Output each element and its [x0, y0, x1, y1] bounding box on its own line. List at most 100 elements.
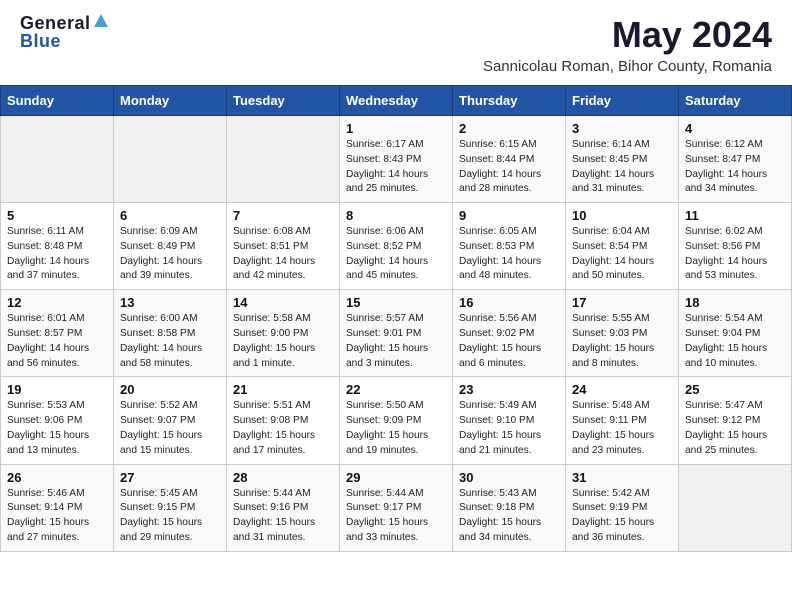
calendar-cell: 19 Sunrise: 5:53 AM Sunset: 9:06 PM Dayli…	[1, 377, 114, 464]
day-info: Sunrise: 6:06 AM Sunset: 8:52 PM Dayligh…	[346, 225, 446, 284]
day-info: Sunrise: 6:00 AM Sunset: 8:58 PM Dayligh…	[120, 312, 220, 371]
header: General Blue May 2024 Sannicolau Roman, …	[0, 0, 792, 81]
day-info: Sunrise: 6:12 AM Sunset: 8:47 PM Dayligh…	[685, 138, 785, 197]
calendar-cell: 7 Sunrise: 6:08 AM Sunset: 8:51 PM Daylig…	[227, 203, 340, 290]
calendar-week-4: 26 Sunrise: 5:46 AM Sunset: 9:14 PM Dayli…	[1, 464, 792, 551]
day-number: 8	[346, 208, 446, 223]
day-number: 28	[233, 470, 333, 485]
day-number: 2	[459, 121, 559, 136]
day-number: 4	[685, 121, 785, 136]
calendar-cell: 8 Sunrise: 6:06 AM Sunset: 8:52 PM Daylig…	[340, 203, 453, 290]
day-info: Sunrise: 5:46 AM Sunset: 9:14 PM Dayligh…	[7, 487, 107, 546]
day-info: Sunrise: 5:45 AM Sunset: 9:15 PM Dayligh…	[120, 487, 220, 546]
day-info: Sunrise: 5:49 AM Sunset: 9:10 PM Dayligh…	[459, 399, 559, 458]
day-number: 1	[346, 121, 446, 136]
day-info: Sunrise: 5:53 AM Sunset: 9:06 PM Dayligh…	[7, 399, 107, 458]
calendar-cell: 15 Sunrise: 5:57 AM Sunset: 9:01 PM Dayli…	[340, 290, 453, 377]
calendar-cell: 31 Sunrise: 5:42 AM Sunset: 9:19 PM Dayli…	[566, 464, 679, 551]
logo: General Blue	[20, 14, 108, 51]
day-info: Sunrise: 5:57 AM Sunset: 9:01 PM Dayligh…	[346, 312, 446, 371]
calendar-cell: 26 Sunrise: 5:46 AM Sunset: 9:14 PM Dayli…	[1, 464, 114, 551]
day-info: Sunrise: 6:04 AM Sunset: 8:54 PM Dayligh…	[572, 225, 672, 284]
day-info: Sunrise: 6:14 AM Sunset: 8:45 PM Dayligh…	[572, 138, 672, 197]
day-info: Sunrise: 5:55 AM Sunset: 9:03 PM Dayligh…	[572, 312, 672, 371]
day-info: Sunrise: 5:43 AM Sunset: 9:18 PM Dayligh…	[459, 487, 559, 546]
calendar-week-2: 12 Sunrise: 6:01 AM Sunset: 8:57 PM Dayli…	[1, 290, 792, 377]
calendar-header-wednesday: Wednesday	[340, 86, 453, 116]
day-number: 11	[685, 208, 785, 223]
calendar-cell: 20Sunrise: 5:52 AM Sunset: 9:07 PM Dayli…	[114, 377, 227, 464]
day-number: 17	[572, 295, 672, 310]
calendar-header-row: SundayMondayTuesdayWednesdayThursdayFrid…	[1, 86, 792, 116]
calendar-cell: 25 Sunrise: 5:47 AM Sunset: 9:12 PM Dayli…	[679, 377, 792, 464]
calendar-cell: 24 Sunrise: 5:48 AM Sunset: 9:11 PM Dayli…	[566, 377, 679, 464]
day-info: Sunrise: 5:42 AM Sunset: 9:19 PM Dayligh…	[572, 487, 672, 546]
calendar-cell: 17 Sunrise: 5:55 AM Sunset: 9:03 PM Dayli…	[566, 290, 679, 377]
day-number: 7	[233, 208, 333, 223]
day-number: 27	[120, 470, 220, 485]
day-number: 15	[346, 295, 446, 310]
day-number: 24	[572, 382, 672, 397]
calendar-table: SundayMondayTuesdayWednesdayThursdayFrid…	[0, 85, 792, 552]
calendar-header-sunday: Sunday	[1, 86, 114, 116]
day-number: 22	[346, 382, 446, 397]
calendar-cell: 18Sunrise: 5:54 AM Sunset: 9:04 PM Dayli…	[679, 290, 792, 377]
calendar-week-1: 5 Sunrise: 6:11 AM Sunset: 8:48 PM Daylig…	[1, 203, 792, 290]
calendar-cell: 12 Sunrise: 6:01 AM Sunset: 8:57 PM Dayli…	[1, 290, 114, 377]
day-number: 5	[7, 208, 107, 223]
calendar-cell: 14Sunrise: 5:58 AM Sunset: 9:00 PM Dayli…	[227, 290, 340, 377]
month-title: May 2024	[483, 14, 772, 56]
day-info: Sunrise: 5:48 AM Sunset: 9:11 PM Dayligh…	[572, 399, 672, 458]
day-info: Sunrise: 5:50 AM Sunset: 9:09 PM Dayligh…	[346, 399, 446, 458]
day-info: Sunrise: 6:15 AM Sunset: 8:44 PM Dayligh…	[459, 138, 559, 197]
calendar-cell: 13 Sunrise: 6:00 AM Sunset: 8:58 PM Dayli…	[114, 290, 227, 377]
logo-general-text: General	[20, 14, 91, 32]
calendar-week-0: 1 Sunrise: 6:17 AM Sunset: 8:43 PM Daylig…	[1, 116, 792, 203]
calendar-cell: 28 Sunrise: 5:44 AM Sunset: 9:16 PM Dayli…	[227, 464, 340, 551]
day-number: 31	[572, 470, 672, 485]
day-info: Sunrise: 6:17 AM Sunset: 8:43 PM Dayligh…	[346, 138, 446, 197]
calendar-header-friday: Friday	[566, 86, 679, 116]
calendar-cell: 9Sunrise: 6:05 AM Sunset: 8:53 PM Daylig…	[453, 203, 566, 290]
day-info: Sunrise: 6:08 AM Sunset: 8:51 PM Dayligh…	[233, 225, 333, 284]
day-info: Sunrise: 5:51 AM Sunset: 9:08 PM Dayligh…	[233, 399, 333, 458]
calendar-cell	[227, 116, 340, 203]
day-number: 19	[7, 382, 107, 397]
logo-blue-text: Blue	[20, 31, 61, 51]
calendar-header-thursday: Thursday	[453, 86, 566, 116]
calendar-cell	[1, 116, 114, 203]
day-number: 13	[120, 295, 220, 310]
calendar-cell: 1 Sunrise: 6:17 AM Sunset: 8:43 PM Daylig…	[340, 116, 453, 203]
calendar-cell: 23 Sunrise: 5:49 AM Sunset: 9:10 PM Dayli…	[453, 377, 566, 464]
day-number: 9	[459, 208, 559, 223]
calendar-cell: 10 Sunrise: 6:04 AM Sunset: 8:54 PM Dayli…	[566, 203, 679, 290]
day-info: Sunrise: 6:11 AM Sunset: 8:48 PM Dayligh…	[7, 225, 107, 284]
logo-triangle-icon	[94, 14, 108, 27]
calendar-cell: 30 Sunrise: 5:43 AM Sunset: 9:18 PM Dayli…	[453, 464, 566, 551]
calendar-cell	[679, 464, 792, 551]
day-number: 26	[7, 470, 107, 485]
calendar-cell: 5 Sunrise: 6:11 AM Sunset: 8:48 PM Daylig…	[1, 203, 114, 290]
day-info: Sunrise: 5:52 AM Sunset: 9:07 PM Dayligh…	[120, 399, 220, 458]
calendar-cell: 6Sunrise: 6:09 AM Sunset: 8:49 PM Daylig…	[114, 203, 227, 290]
day-number: 10	[572, 208, 672, 223]
day-number: 14	[233, 295, 333, 310]
calendar-week-3: 19 Sunrise: 5:53 AM Sunset: 9:06 PM Dayli…	[1, 377, 792, 464]
calendar-cell: 2 Sunrise: 6:15 AM Sunset: 8:44 PM Daylig…	[453, 116, 566, 203]
day-info: Sunrise: 5:44 AM Sunset: 9:16 PM Dayligh…	[233, 487, 333, 546]
day-info: Sunrise: 5:47 AM Sunset: 9:12 PM Dayligh…	[685, 399, 785, 458]
calendar-cell	[114, 116, 227, 203]
calendar-cell: 11 Sunrise: 6:02 AM Sunset: 8:56 PM Dayli…	[679, 203, 792, 290]
day-info: Sunrise: 5:54 AM Sunset: 9:04 PM Dayligh…	[685, 312, 785, 371]
day-number: 23	[459, 382, 559, 397]
calendar-cell: 21 Sunrise: 5:51 AM Sunset: 9:08 PM Dayli…	[227, 377, 340, 464]
day-number: 25	[685, 382, 785, 397]
day-number: 30	[459, 470, 559, 485]
day-number: 12	[7, 295, 107, 310]
day-info: Sunrise: 6:02 AM Sunset: 8:56 PM Dayligh…	[685, 225, 785, 284]
day-number: 29	[346, 470, 446, 485]
day-info: Sunrise: 6:01 AM Sunset: 8:57 PM Dayligh…	[7, 312, 107, 371]
day-number: 21	[233, 382, 333, 397]
calendar-cell: 27 Sunrise: 5:45 AM Sunset: 9:15 PM Dayli…	[114, 464, 227, 551]
calendar-cell: 3Sunrise: 6:14 AM Sunset: 8:45 PM Daylig…	[566, 116, 679, 203]
